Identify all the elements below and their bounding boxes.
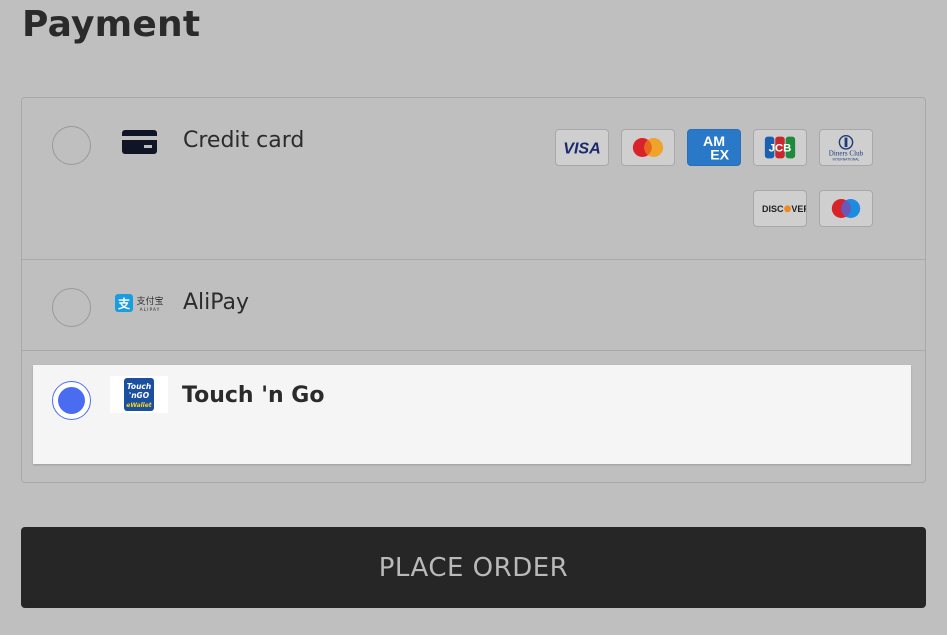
amex-text-bottom: EX bbox=[710, 147, 729, 163]
jcb-logo: JCB bbox=[753, 129, 807, 166]
jcb-text: JCB bbox=[769, 143, 792, 155]
payment-option-touch-n-go[interactable]: Touch 'nGO eWallet Touch 'n Go bbox=[22, 351, 925, 483]
discover-logo: DISC VER bbox=[753, 190, 807, 227]
touch-n-go-logo: Touch 'nGO eWallet bbox=[110, 376, 168, 413]
svg-text:支: 支 bbox=[117, 296, 131, 311]
visa-logo: VISA bbox=[555, 129, 609, 166]
tng-logo-line3: eWallet bbox=[126, 402, 153, 409]
payment-methods-list: Credit card VISA AM EX JCB Diners Club I… bbox=[21, 97, 926, 483]
diners-subtext: INTERNATIONAL bbox=[833, 157, 860, 161]
payment-option-credit-card[interactable]: Credit card VISA AM EX JCB Diners Club I… bbox=[22, 98, 925, 260]
maestro-logo bbox=[819, 190, 873, 227]
amex-logo: AM EX bbox=[687, 129, 741, 166]
discover-text-a: DISC bbox=[762, 204, 784, 214]
touch-n-go-label: Touch 'n Go bbox=[182, 383, 325, 408]
tng-logo-line1: Touch bbox=[127, 382, 151, 391]
credit-card-label: Credit card bbox=[183, 128, 305, 153]
credit-card-radio[interactable] bbox=[52, 126, 91, 165]
visa-text: VISA bbox=[563, 140, 601, 158]
payment-page: Payment Credit card VISA AM EX JCB Diner… bbox=[0, 0, 947, 635]
payment-option-alipay[interactable]: 支 支付宝 ALIPAY AliPay bbox=[22, 260, 925, 351]
diners-club-logo: Diners Club INTERNATIONAL bbox=[819, 129, 873, 166]
touch-n-go-radio[interactable] bbox=[52, 381, 91, 420]
discover-text-b: VER bbox=[791, 204, 806, 214]
alipay-logo-cn: 支付宝 bbox=[136, 295, 163, 307]
tng-logo-line2: 'nGO bbox=[129, 391, 150, 400]
mastercard-logo bbox=[621, 129, 675, 166]
place-order-button[interactable]: PLACE ORDER bbox=[21, 527, 926, 608]
alipay-logo: 支 支付宝 ALIPAY bbox=[115, 294, 164, 313]
alipay-label: AliPay bbox=[183, 290, 250, 315]
selected-option-panel[interactable]: Touch 'nGO eWallet Touch 'n Go bbox=[33, 365, 911, 464]
credit-card-icon bbox=[122, 130, 157, 154]
alipay-radio[interactable] bbox=[52, 288, 91, 327]
alipay-logo-en: ALIPAY bbox=[140, 307, 161, 313]
page-title: Payment bbox=[22, 4, 201, 45]
